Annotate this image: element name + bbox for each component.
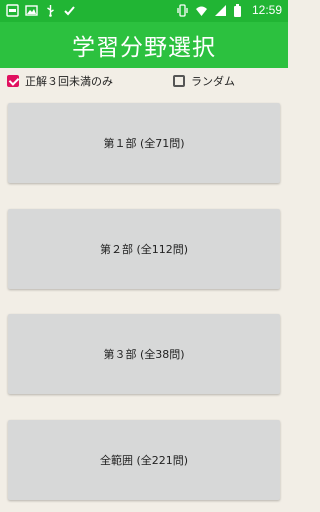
section-2-label: 第２部 (全112問) — [99, 243, 189, 256]
all-range-button[interactable]: 全範囲 (全221問) — [8, 420, 280, 500]
all-range-label: 全範囲 (全221問) — [99, 454, 189, 467]
vibrate-icon — [176, 3, 189, 17]
correct-under-3-checkbox[interactable]: 正解３回未満のみ — [7, 73, 113, 89]
checkbox-checked-icon[interactable] — [7, 75, 19, 87]
random-label: ランダム — [191, 75, 235, 88]
checkbox-unchecked-icon[interactable] — [173, 75, 185, 87]
correct-under-3-label: 正解３回未満のみ — [25, 75, 113, 88]
app-bar: 学習分野選択 — [0, 22, 288, 68]
status-bar: 12:59 — [0, 0, 288, 22]
image-icon — [25, 4, 38, 17]
section-3-label: 第３部 (全38問) — [103, 348, 185, 361]
wifi-icon — [195, 4, 208, 17]
options-row: 正解３回未満のみ ランダム — [0, 68, 288, 94]
signal-icon — [214, 4, 227, 17]
section-1-label: 第１部 (全71問) — [103, 137, 185, 150]
random-checkbox[interactable]: ランダム — [173, 73, 235, 89]
page-title: 学習分野選択 — [72, 35, 216, 61]
usb-icon — [44, 4, 57, 17]
check-icon — [63, 4, 76, 17]
status-time: 12:59 — [251, 3, 282, 17]
battery-icon — [233, 3, 246, 17]
notification-icon — [6, 4, 19, 17]
section-2-button[interactable]: 第２部 (全112問) — [8, 209, 280, 289]
section-1-button[interactable]: 第１部 (全71問) — [8, 103, 280, 183]
section-3-button[interactable]: 第３部 (全38問) — [8, 314, 280, 394]
